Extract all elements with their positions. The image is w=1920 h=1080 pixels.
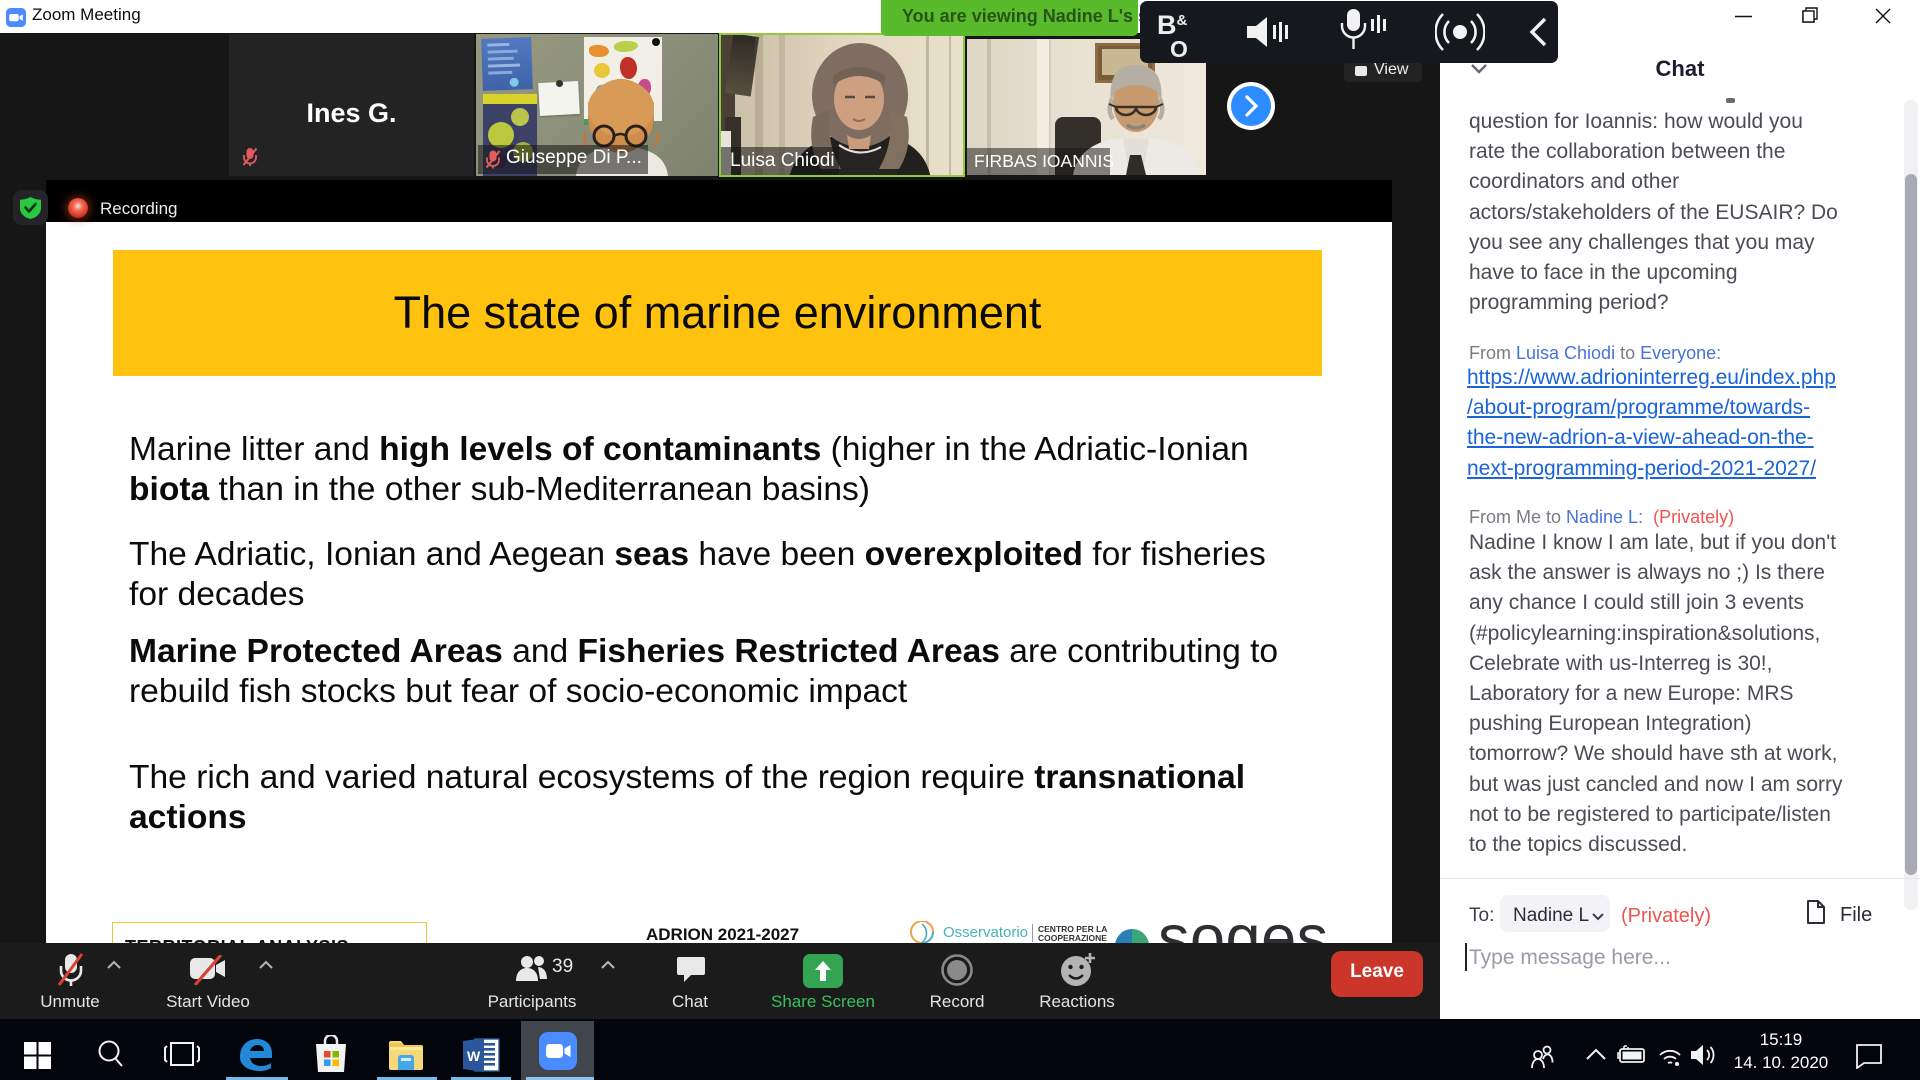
svg-text:W: W — [467, 1048, 481, 1064]
